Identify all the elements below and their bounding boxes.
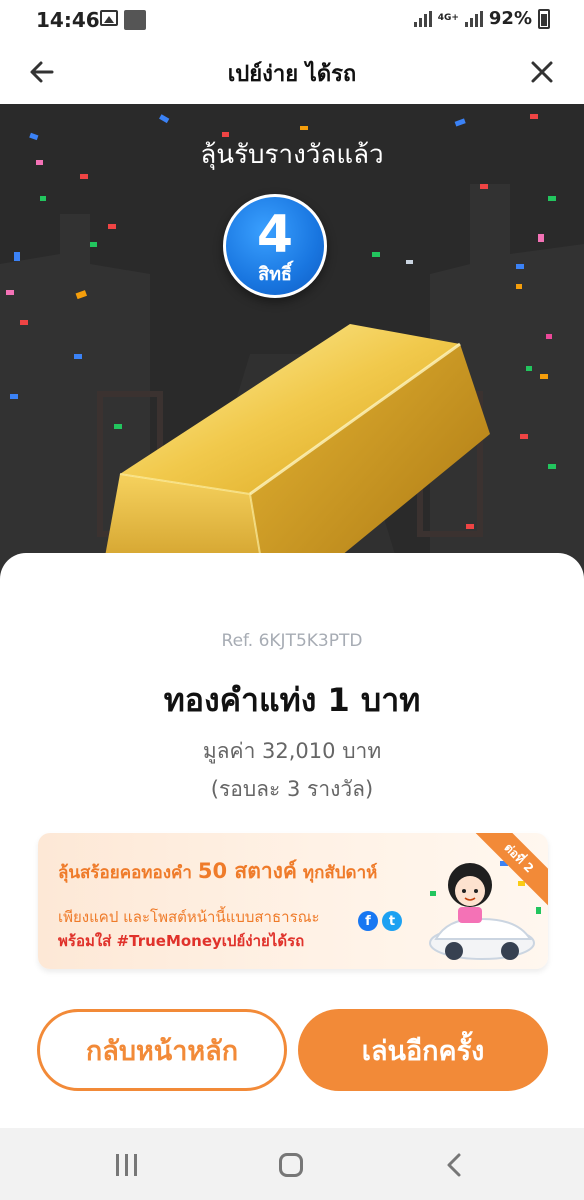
battery-percent: 92% (488, 8, 532, 29)
prize-card: Ref. 6KJT5K3PTD ทองคำแท่ง 1 บาท มูลค่า 3… (0, 553, 584, 1128)
gold-bar-image (100, 324, 490, 584)
rights-count: 4 (256, 205, 294, 265)
prize-name: ทองคำแท่ง 1 บาท (163, 681, 421, 719)
gallery-notification-icon (100, 10, 118, 26)
back-chevron-icon[interactable] (444, 1152, 464, 1178)
rights-label: สิทธิ์ (258, 264, 292, 285)
status-time: 14:46 (36, 8, 100, 32)
facebook-icon: f (358, 911, 378, 931)
hero-title: ลุ้นรับรางวัลแล้ว (200, 140, 384, 170)
prize-note: (รอบละ 3 รางวัล) (210, 777, 374, 801)
page-title: เปย์ง่าย ได้รถ (227, 62, 357, 87)
back-to-home-button[interactable]: กลับหน้าหลัก (37, 1009, 287, 1091)
promo-headline: ลุ้นสร้อยคอทองคำ 50 สตางค์ ทุกสัปดาห์ (58, 859, 378, 883)
share-promo-banner[interactable]: ลุ้นสร้อยคอทองคำ 50 สตางค์ ทุกสัปดาห์ เพ… (38, 833, 548, 969)
social-icons: f t (358, 911, 402, 931)
battery-icon (538, 8, 550, 29)
status-right: 4G+ 92% (413, 8, 550, 29)
wifi-signal-icon (413, 10, 432, 27)
promo-instruction: เพียงแคป และโพสต์หน้านี้แบบสาธารณะ (58, 908, 320, 926)
promo-hashtag: พร้อมใส่ #TrueMoneyเปย์ง่ายได้รถ (58, 932, 305, 950)
prize-value: มูลค่า 32,010 บาท (202, 739, 382, 763)
rights-badge: 4 สิทธิ์ (223, 194, 327, 298)
status-bar: 14:46 4G+ 92% (0, 0, 584, 40)
app-notification-icon (124, 10, 146, 30)
app-header: เปย์ง่าย ได้รถ (0, 40, 584, 104)
network-type: 4G+ (437, 13, 459, 23)
home-icon[interactable] (279, 1153, 303, 1177)
cell-signal-icon (464, 10, 483, 27)
promo-highlight: 50 สตางค์ (197, 859, 297, 883)
play-again-button[interactable]: เล่นอีกครั้ง (298, 1009, 548, 1091)
reference-code: Ref. 6KJT5K3PTD (221, 631, 363, 651)
notification-icons (100, 10, 146, 30)
close-icon (531, 61, 553, 83)
recents-icon[interactable] (116, 1154, 137, 1176)
prize-hero: ลุ้นรับรางวัลแล้ว 4 สิทธิ์ (0, 104, 584, 584)
close-button[interactable] (524, 54, 560, 90)
twitter-icon: t (382, 911, 402, 931)
system-nav-bar (0, 1128, 584, 1200)
